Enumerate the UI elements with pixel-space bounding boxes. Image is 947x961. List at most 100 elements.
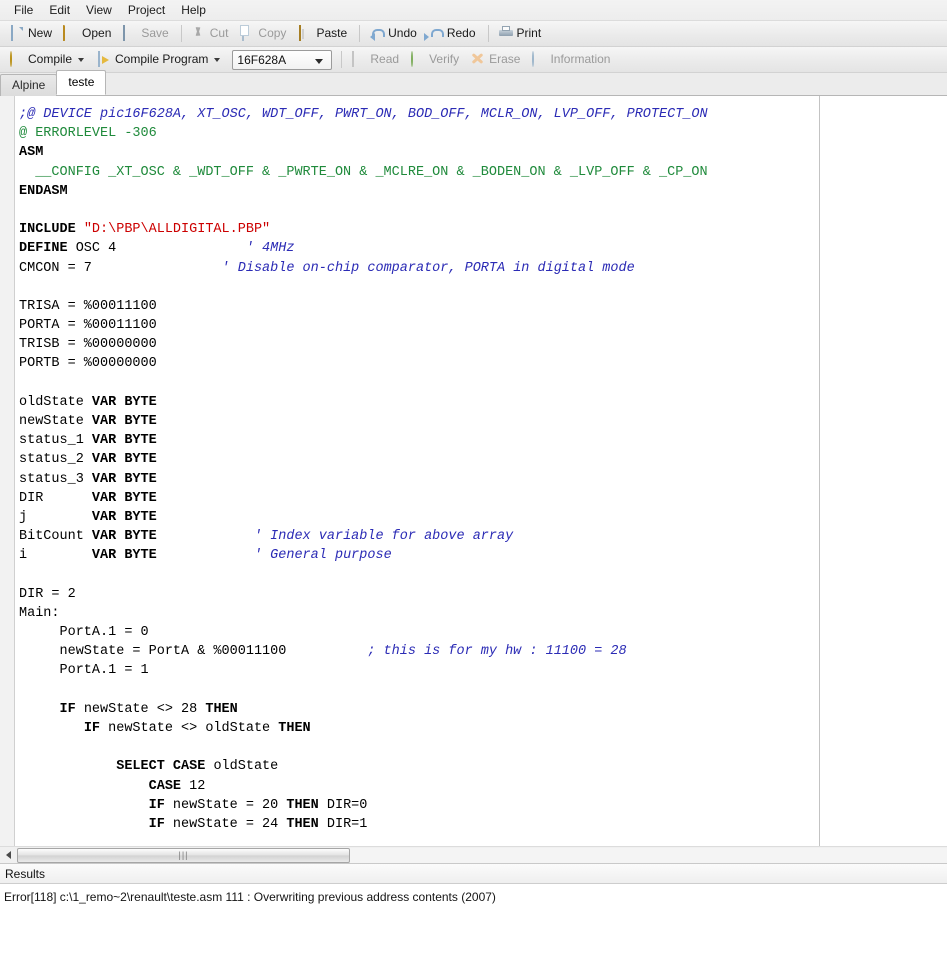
tab-alpine[interactable]: Alpine xyxy=(0,74,58,96)
print-button[interactable]: Print xyxy=(494,23,549,44)
redo-button[interactable]: Redo xyxy=(424,23,483,44)
code-line: newState VAR BYTE xyxy=(19,412,947,431)
toolbar-separator xyxy=(341,51,343,68)
code-line: TRISB = %00000000 xyxy=(19,335,947,354)
open-button[interactable]: Open xyxy=(59,23,118,44)
code-token: DIR xyxy=(19,490,92,506)
menu-item-view[interactable]: View xyxy=(78,1,120,20)
menu-item-edit[interactable]: Edit xyxy=(41,1,78,20)
code-line: i VAR BYTE ' General purpose xyxy=(19,546,947,565)
code-line: @ ERRORLEVEL -306 xyxy=(19,124,947,143)
code-line: ENDASM xyxy=(19,182,947,201)
scrollbar-track[interactable] xyxy=(350,847,947,863)
code-token: TRISA = %00011100 xyxy=(19,298,157,314)
chevron-down-icon[interactable] xyxy=(78,57,85,62)
editor-horizontal-scrollbar[interactable]: ||| xyxy=(0,846,947,863)
code-token: __CONFIG _XT_OSC & _WDT_OFF & _PWRTE_ON … xyxy=(19,164,708,180)
information-button[interactable]: Information xyxy=(527,49,617,70)
code-line: status_1 VAR BYTE xyxy=(19,431,947,450)
code-token: CASE xyxy=(148,778,182,794)
scroll-left-button[interactable] xyxy=(1,848,16,863)
code-token: ;@ DEVICE pic16F628A, XT_OSC, WDT_OFF, P… xyxy=(19,107,708,122)
code-token: status_1 xyxy=(19,433,92,449)
code-line: CASE 12 xyxy=(19,777,947,796)
scrollbar-grip: ||| xyxy=(178,849,189,860)
read-button[interactable]: Read xyxy=(347,49,406,70)
toolbar-separator xyxy=(359,25,361,42)
code-line: PORTA = %00011100 xyxy=(19,316,947,335)
undo-button-label: Undo xyxy=(388,26,417,40)
tab-teste[interactable]: teste xyxy=(56,70,107,95)
toolbar-separator xyxy=(180,25,182,42)
code-token: DEFINE xyxy=(19,241,68,257)
code-text-area[interactable]: ;@ DEVICE pic16F628A, XT_OSC, WDT_OFF, P… xyxy=(19,105,947,834)
code-line: TRISA = %00011100 xyxy=(19,297,947,316)
printer-icon xyxy=(498,26,513,41)
scrollbar-thumb[interactable]: ||| xyxy=(17,847,350,863)
device-select[interactable]: 16F628A xyxy=(232,49,333,70)
verify-button[interactable]: Verify xyxy=(406,49,466,70)
editor-gutter xyxy=(0,96,15,846)
undo-arrow-icon xyxy=(369,26,384,41)
code-token: j xyxy=(19,509,92,525)
chevron-down-icon[interactable] xyxy=(315,58,324,64)
code-token: IF xyxy=(59,701,76,717)
code-token: VAR BYTE xyxy=(91,452,157,468)
scissors-icon xyxy=(191,26,206,41)
code-line: IF newState = 24 THEN DIR=1 xyxy=(19,815,947,834)
code-line: j VAR BYTE xyxy=(19,508,947,527)
copy-button[interactable]: Copy xyxy=(235,23,293,44)
code-token: CMCON = 7 xyxy=(19,260,222,276)
compile-program-button[interactable]: Compile Program xyxy=(92,49,228,70)
save-disk-icon xyxy=(122,25,137,41)
results-message: Error[118] c:\1_remo~2\renault\teste.asm… xyxy=(4,890,496,904)
menu-item-project[interactable]: Project xyxy=(120,1,173,20)
code-token: VAR BYTE xyxy=(91,394,157,410)
code-token: PORTB = %00000000 xyxy=(19,356,157,372)
paste-button[interactable]: Paste xyxy=(293,23,354,44)
new-button[interactable]: New xyxy=(5,23,59,44)
code-token: newState = 24 xyxy=(164,816,287,832)
code-line: IF newState <> oldState THEN xyxy=(19,719,947,738)
erase-button[interactable]: Erase xyxy=(466,49,527,70)
code-token: newState xyxy=(19,414,92,429)
menu-item-file[interactable]: File xyxy=(6,1,41,20)
code-token: VAR BYTE xyxy=(91,433,157,449)
code-token: DIR=0 xyxy=(318,797,368,813)
copy-icon xyxy=(239,25,254,41)
code-line: ;@ DEVICE pic16F628A, XT_OSC, WDT_OFF, P… xyxy=(19,105,947,124)
new-button-label: New xyxy=(28,26,53,40)
code-token: VAR BYTE xyxy=(91,548,157,564)
code-token: oldState xyxy=(205,759,279,775)
code-editor[interactable]: ;@ DEVICE pic16F628A, XT_OSC, WDT_OFF, P… xyxy=(0,96,947,846)
compile-program-icon xyxy=(96,51,111,67)
code-line: BitCount VAR BYTE ' Index variable for a… xyxy=(19,527,947,546)
compile-button[interactable]: Compile xyxy=(5,49,92,70)
menu-item-help[interactable]: Help xyxy=(173,1,214,20)
code-token: PortA.1 = 0 xyxy=(19,625,149,641)
redo-button-label: Redo xyxy=(446,26,476,40)
device-select-value: 16F628A xyxy=(237,52,287,67)
code-line: Main: xyxy=(19,604,947,623)
compile-program-label: Compile Program xyxy=(115,52,209,66)
code-token: VAR BYTE xyxy=(91,414,157,429)
save-button[interactable]: Save xyxy=(118,23,175,44)
code-token: newState <> 28 xyxy=(75,701,206,717)
information-icon xyxy=(531,51,546,67)
undo-button[interactable]: Undo xyxy=(365,23,424,44)
code-token: VAR BYTE xyxy=(91,490,157,506)
cut-button[interactable]: Cut xyxy=(187,23,236,44)
new-document-icon xyxy=(9,25,24,41)
code-line: DIR VAR BYTE xyxy=(19,489,947,508)
results-panel-body[interactable]: Error[118] c:\1_remo~2\renault\teste.asm… xyxy=(0,884,947,940)
verify-check-icon xyxy=(410,51,425,67)
chevron-down-icon[interactable] xyxy=(214,57,221,62)
code-token: Main: xyxy=(19,605,60,621)
